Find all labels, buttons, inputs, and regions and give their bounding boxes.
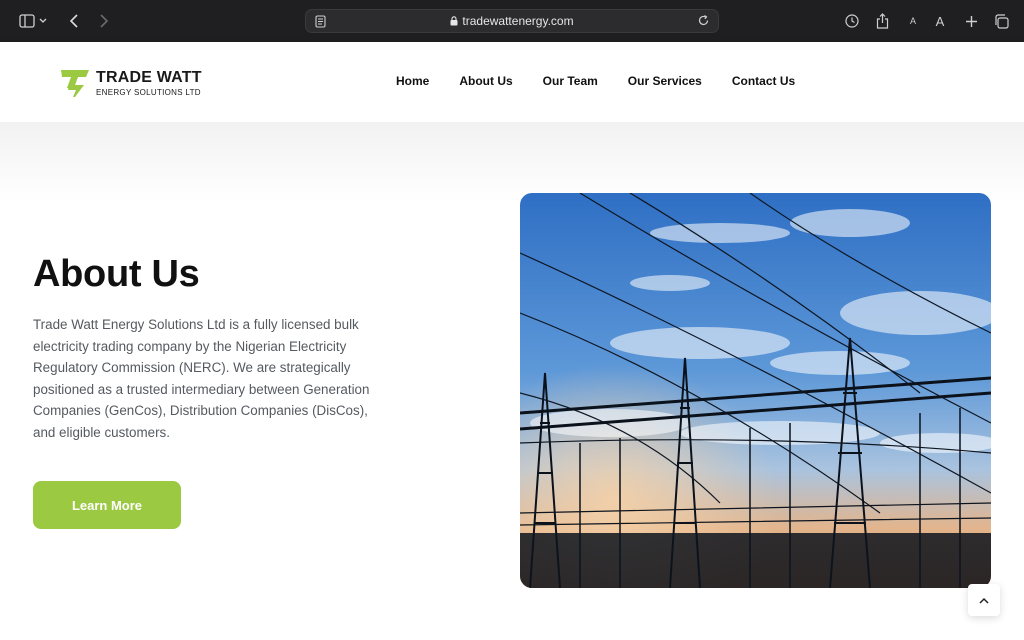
tabs-icon [994,13,1009,29]
share-button[interactable] [872,11,892,31]
trade-watt-logo-icon [61,70,89,97]
nav-our-team[interactable]: Our Team [543,74,598,88]
text-size-small-glyph: A [909,16,916,26]
about-description: Trade Watt Energy Solutions Ltd is a ful… [33,317,370,440]
power-lines-illustration [520,193,991,588]
text-smaller-button[interactable]: A [904,11,922,31]
site-header: TRADE WATT ENERGY SOLUTIONS LTD Home Abo… [0,42,1024,122]
text-larger-button[interactable]: A [930,11,950,31]
brand-tagline: ENERGY SOLUTIONS LTD [96,87,201,97]
learn-more-button[interactable]: Learn More [33,481,181,529]
history-button[interactable] [842,11,862,31]
share-icon [876,13,888,29]
url-text: tradewattenergy.com [306,10,718,32]
nav-home[interactable]: Home [396,74,429,88]
lock-icon [450,16,458,26]
main-nav: Home About Us Our Team Our Services Cont… [396,74,795,88]
hero-backdrop [0,122,1024,202]
text-size-large-glyph: A [935,13,945,29]
address-bar[interactable]: tradewattenergy.com [305,9,719,33]
url-label: tradewattenergy.com [462,14,574,28]
new-tab-button[interactable] [961,11,981,31]
power-substation-image [520,193,991,588]
nav-contact-us[interactable]: Contact Us [732,74,795,88]
brand-logo[interactable]: TRADE WATT ENERGY SOLUTIONS LTD [60,67,202,99]
scroll-to-top-button[interactable] [968,584,1000,616]
brand-name: TRADE WATT [96,68,202,86]
back-button[interactable] [64,11,84,31]
chevron-up-icon [979,597,989,604]
reload-icon[interactable] [697,14,710,27]
sidebar-icon [19,14,47,28]
nav-our-services[interactable]: Our Services [628,74,702,88]
browser-toolbar: tradewattenergy.com A A [0,0,1024,42]
page-title: About Us [33,253,200,295]
nav-about-us[interactable]: About Us [459,74,512,88]
clock-icon [845,14,859,28]
sidebar-toggle-button[interactable] [16,11,50,31]
plus-icon [965,15,977,27]
forward-button[interactable] [94,11,114,31]
chevron-left-icon [69,14,78,28]
tab-overview-button[interactable] [991,11,1011,31]
chevron-right-icon [100,14,109,28]
